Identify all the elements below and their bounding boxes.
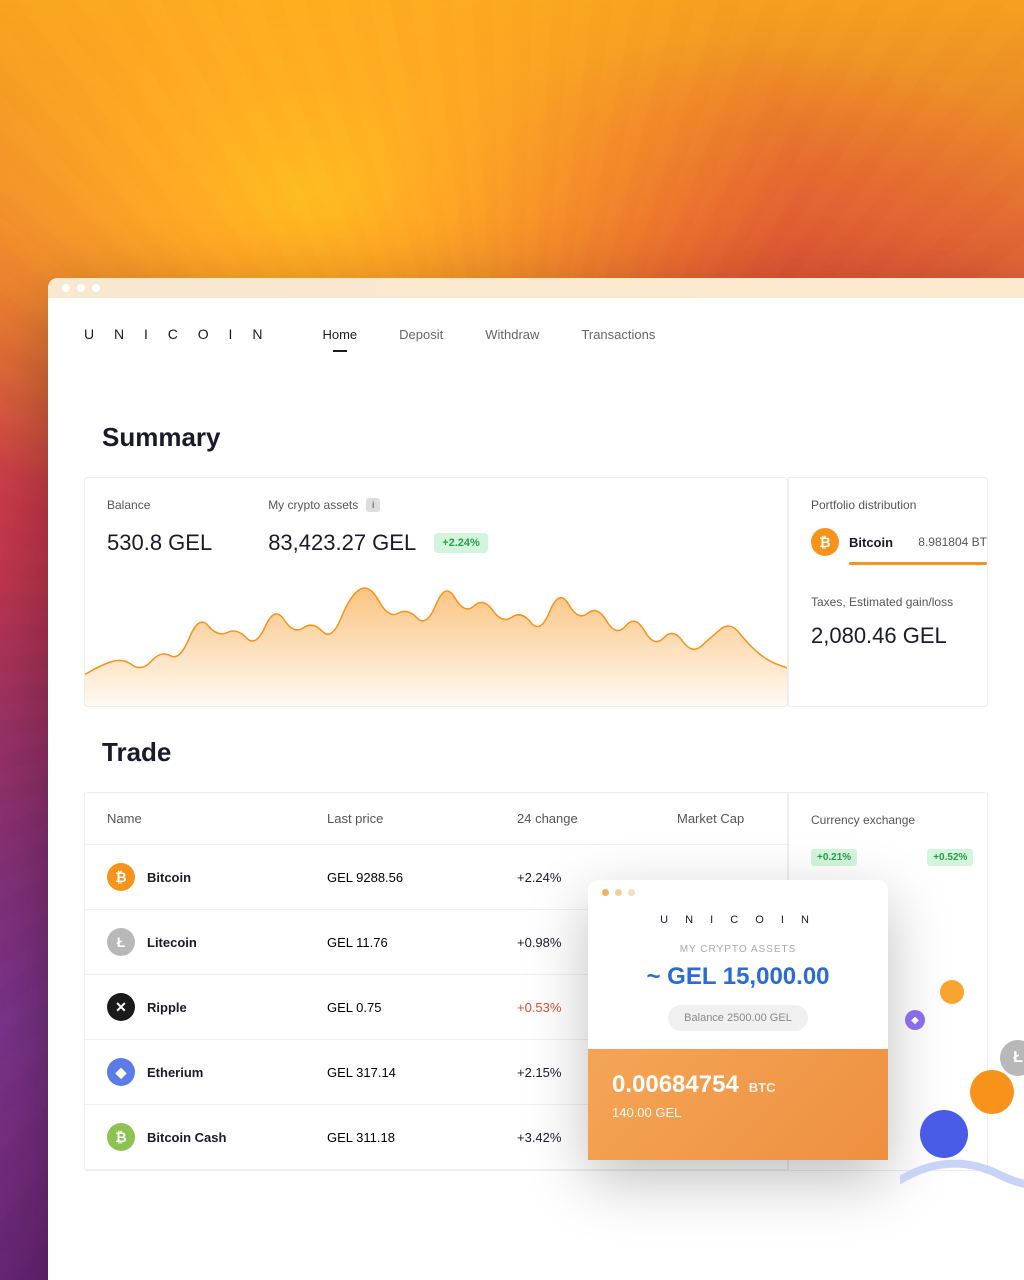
taxes-value: 2,080.46 GEL xyxy=(811,623,987,649)
last-price: GEL 317.14 xyxy=(327,1065,517,1080)
coin-name: Ripple xyxy=(147,1000,187,1015)
col-last-price: Last price xyxy=(327,811,517,826)
exchange-badge-1: +0.21% xyxy=(811,849,857,866)
mobile-titlebar xyxy=(588,880,888,896)
assets-value: 83,423.27 GEL xyxy=(268,530,416,556)
balance-value: 530.8 GEL xyxy=(107,530,212,556)
coin-name: Etherium xyxy=(147,1065,203,1080)
minimize-icon[interactable] xyxy=(615,889,622,896)
mobile-gel-value: 140.00 GEL xyxy=(612,1105,864,1120)
balance-label: Balance xyxy=(107,498,212,512)
xrp-icon: ✕ xyxy=(107,993,135,1021)
mobile-subtitle: MY CRYPTO ASSETS xyxy=(588,944,888,955)
exchange-badge-2: +0.52% xyxy=(927,849,973,866)
col-mcap: Market Cap xyxy=(677,811,765,826)
col-change: 24 change xyxy=(517,811,677,826)
mobile-btc-value: 0.00684754 xyxy=(612,1071,739,1099)
last-price: GEL 0.75 xyxy=(327,1000,517,1015)
bitcoin-icon: ₿ xyxy=(811,528,839,556)
brand-logo: U N I C O I N xyxy=(84,326,270,342)
portfolio-coin-name: Bitcoin xyxy=(849,535,893,550)
table-header: Name Last price 24 change Market Cap xyxy=(85,793,787,845)
close-icon[interactable] xyxy=(62,284,70,292)
nav-withdraw[interactable]: Withdraw xyxy=(485,327,539,342)
nav-transactions[interactable]: Transactions xyxy=(581,327,655,342)
summary-card: Balance 530.8 GEL My crypto assets i 83,… xyxy=(84,477,788,707)
btc-icon: ₿ xyxy=(107,863,135,891)
last-price: GEL 11.76 xyxy=(327,935,517,950)
bch-icon: ₿ xyxy=(107,1123,135,1151)
last-price: GEL 311.18 xyxy=(327,1130,517,1145)
minimize-icon[interactable] xyxy=(77,284,85,292)
balance-chart xyxy=(85,566,787,706)
nav-deposit[interactable]: Deposit xyxy=(399,327,443,342)
portfolio-card: Portfolio distribution ₿ Bitcoin 8.98180… xyxy=(788,477,988,707)
window-titlebar xyxy=(48,278,1024,298)
coin-name: Bitcoin Cash xyxy=(147,1130,226,1145)
trade-heading: Trade xyxy=(102,737,988,768)
portfolio-coin-amount: 8.981804 BT xyxy=(918,535,987,549)
mobile-preview: U N I C O I N MY CRYPTO ASSETS ~ GEL 15,… xyxy=(588,880,888,1160)
close-icon[interactable] xyxy=(602,889,609,896)
ltc-icon: Ł xyxy=(107,928,135,956)
taxes-label: Taxes, Estimated gain/loss xyxy=(811,595,987,609)
summary-heading: Summary xyxy=(102,422,988,453)
portfolio-bar xyxy=(849,562,987,565)
col-name: Name xyxy=(107,811,327,826)
mobile-btc-label: BTC xyxy=(749,1080,776,1095)
eth-icon: ◆ xyxy=(107,1058,135,1086)
top-nav: U N I C O I N Home Deposit Withdraw Transac… xyxy=(48,298,1024,352)
assets-change-badge: +2.24% xyxy=(434,533,488,553)
mobile-amount: ~ GEL 15,000.00 xyxy=(588,963,888,991)
portfolio-label: Portfolio distribution xyxy=(811,498,987,512)
mobile-brand: U N I C O I N xyxy=(588,914,888,926)
coin-name: Bitcoin xyxy=(147,870,191,885)
info-icon[interactable]: i xyxy=(366,498,380,512)
coin-name: Litecoin xyxy=(147,935,197,950)
mobile-balance-pill[interactable]: Balance 2500.00 GEL xyxy=(668,1005,808,1031)
nav-home[interactable]: Home xyxy=(322,327,357,342)
assets-label: My crypto assets i xyxy=(268,498,488,512)
maximize-icon[interactable] xyxy=(628,889,635,896)
maximize-icon[interactable] xyxy=(92,284,100,292)
last-price: GEL 9288.56 xyxy=(327,870,517,885)
exchange-label: Currency exchange xyxy=(811,813,987,827)
